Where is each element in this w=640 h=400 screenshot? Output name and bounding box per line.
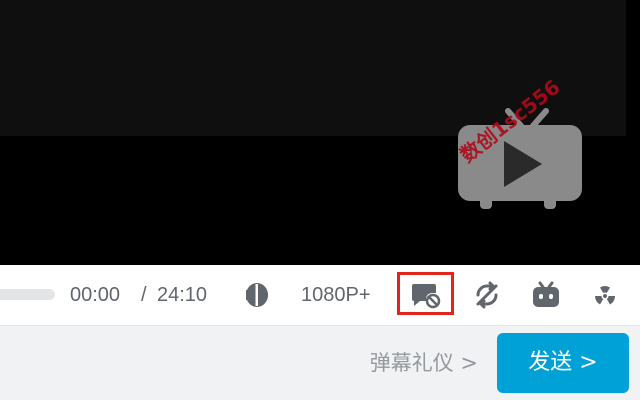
bilibili-tv-icon[interactable] <box>530 279 562 311</box>
quality-selector[interactable]: 1080P+ <box>301 281 371 309</box>
current-time: 00:00 <box>70 284 121 306</box>
loop-off-icon[interactable] <box>471 279 503 311</box>
danmaku-input-bar: 弹幕礼仪 > 发送 > <box>0 326 640 400</box>
danmaku-off-icon <box>412 284 441 309</box>
volume-icon[interactable] <box>240 279 272 311</box>
control-bar: 00:00 / 24:10 1080P+ <box>0 265 640 326</box>
time-separator: / <box>141 284 147 306</box>
send-button[interactable]: 发送 > <box>497 333 629 393</box>
total-time: 24:10 <box>157 284 208 306</box>
danmaku-etiquette-link[interactable]: 弹幕礼仪 > <box>370 348 478 378</box>
radiation-icon[interactable] <box>589 279 621 311</box>
danmaku-toggle-button[interactable] <box>397 272 454 315</box>
video-screen[interactable]: 数创1sc556 <box>0 0 640 265</box>
video-player: 数创1sc556 00:00 / 24:10 1080P+ 弹幕礼仪 > 发送 … <box>0 0 640 400</box>
progress-bar[interactable] <box>0 289 55 300</box>
